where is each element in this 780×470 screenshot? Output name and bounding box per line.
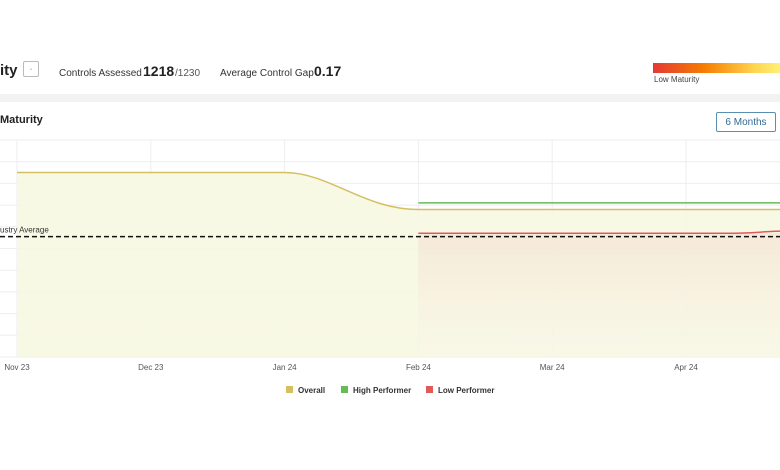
- legend-label: High Performer: [353, 386, 411, 395]
- x-tick-label: Dec 23: [138, 363, 164, 372]
- x-tick-label: Feb 24: [406, 363, 431, 372]
- legend-swatch: [426, 386, 433, 393]
- legend-label: Overall: [298, 386, 325, 395]
- legend-label: Low Performer: [438, 386, 494, 395]
- x-tick-label: Nov 23: [4, 363, 30, 372]
- x-tick-label: Mar 24: [540, 363, 565, 372]
- legend-swatch: [341, 386, 348, 393]
- x-tick-label: Jan 24: [273, 363, 298, 372]
- legend-swatch: [286, 386, 293, 393]
- x-tick-label: Apr 24: [674, 363, 698, 372]
- maturity-chart: ustry Average Nov 23 Dec 23 Jan 24 Feb 24 Ma…: [0, 139, 780, 395]
- industry-average-label: ustry Average: [0, 226, 49, 235]
- low-performer-area: [418, 233, 780, 357]
